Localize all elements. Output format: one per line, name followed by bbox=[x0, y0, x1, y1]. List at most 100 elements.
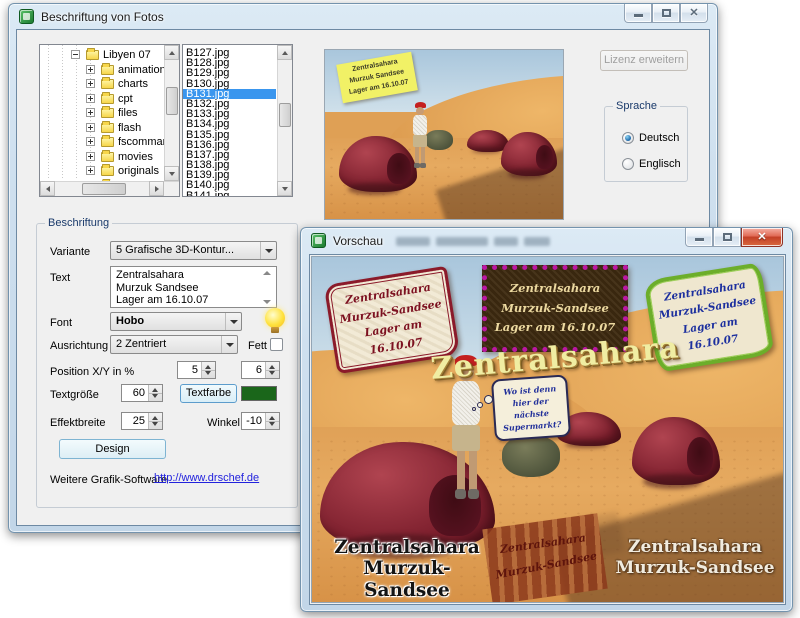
speech-bubble-dot bbox=[477, 402, 483, 408]
file-list[interactable]: B127.jpg B128.jpg B129.jpg B130.jpg B131… bbox=[182, 44, 293, 197]
folder-tree[interactable]: Libyen 07 animations charts cpt files bbox=[39, 44, 180, 197]
minimize-button[interactable] bbox=[624, 4, 652, 23]
radio-selected-icon[interactable] bbox=[622, 132, 634, 144]
expand-icon[interactable] bbox=[86, 65, 95, 74]
arrow-down-icon bbox=[282, 187, 288, 191]
website-link[interactable]: http://www.drschef.de bbox=[154, 472, 259, 484]
fett-checkbox[interactable] bbox=[270, 338, 283, 351]
tree-horizontal-scrollbar[interactable] bbox=[40, 181, 179, 196]
arrow-up-icon bbox=[282, 51, 288, 55]
person bbox=[409, 102, 433, 170]
scroll-thumb[interactable] bbox=[166, 87, 178, 115]
preview-window: Vorschau ✕ bbox=[300, 227, 793, 612]
arrow-up-icon bbox=[169, 51, 175, 55]
expand-icon[interactable] bbox=[86, 152, 95, 161]
caption-white-ghost[interactable]: Zentralsahara Murzuk-Sandsee bbox=[614, 537, 776, 580]
app-icon bbox=[311, 233, 326, 248]
textarea-scroll-up-icon[interactable] bbox=[263, 271, 271, 275]
folder-icon bbox=[101, 108, 114, 118]
winkel-stepper[interactable]: -10 bbox=[241, 412, 280, 430]
arrow-down-icon bbox=[169, 172, 175, 176]
speech-bubble-dot bbox=[484, 395, 493, 404]
caption-speech-bubble[interactable]: Wo ist denn hier der nächste Supermarkt? bbox=[491, 374, 571, 441]
scroll-down-button[interactable] bbox=[277, 181, 292, 196]
close-button[interactable]: ✕ bbox=[741, 228, 783, 247]
filelist-vertical-scrollbar[interactable] bbox=[277, 45, 292, 196]
arrow-right-icon bbox=[155, 186, 159, 192]
caption-black-outline[interactable]: Zentralsahara Murzuk-Sandsee bbox=[326, 537, 488, 601]
text-color-swatch[interactable] bbox=[241, 386, 277, 401]
scroll-down-button[interactable] bbox=[164, 166, 179, 181]
title-hint-redacted bbox=[396, 237, 556, 246]
folder-icon bbox=[101, 123, 114, 133]
license-extend-button[interactable]: Lizenz erweitern bbox=[600, 50, 688, 71]
variante-label: Variante bbox=[50, 246, 90, 258]
chevron-down-icon[interactable] bbox=[225, 313, 241, 330]
spinner-arrows-icon[interactable] bbox=[201, 362, 215, 378]
scroll-left-button[interactable] bbox=[40, 181, 55, 196]
radio-englisch[interactable]: Englisch bbox=[622, 158, 681, 171]
folder-icon bbox=[101, 137, 114, 147]
textfarbe-button[interactable]: Textfarbe bbox=[180, 384, 237, 403]
textarea-scroll-down-icon[interactable] bbox=[263, 300, 271, 304]
maximize-button[interactable] bbox=[652, 4, 680, 23]
textgroesse-stepper[interactable]: 60 bbox=[121, 384, 163, 402]
maximize-button[interactable] bbox=[713, 228, 741, 247]
effektbreite-label: Effektbreite bbox=[50, 417, 105, 429]
minimize-button[interactable] bbox=[685, 228, 713, 247]
textgroesse-label: Textgröße bbox=[50, 389, 99, 401]
photo-thumbnail: Zentralsahara Murzuk Sandsee Lager am 16… bbox=[324, 49, 564, 220]
position-x-stepper[interactable]: 5 bbox=[177, 361, 216, 379]
maximize-icon bbox=[723, 233, 732, 241]
ausrichtung-combobox[interactable]: 2 Zentriert bbox=[110, 335, 238, 354]
language-groupbox: Sprache Deutsch Englisch bbox=[604, 106, 688, 182]
spinner-arrows-icon[interactable] bbox=[265, 362, 279, 378]
chevron-down-icon[interactable] bbox=[221, 336, 237, 353]
font-combobox[interactable]: Hobo bbox=[110, 312, 242, 331]
close-icon: ✕ bbox=[681, 6, 707, 19]
caption-brown-note[interactable]: Zentralsahara Murzuk-Sandsee bbox=[482, 513, 607, 603]
radio-deutsch[interactable]: Deutsch bbox=[622, 132, 679, 145]
tree-vertical-scrollbar[interactable] bbox=[164, 45, 179, 181]
radio-unselected-icon[interactable] bbox=[622, 158, 634, 170]
expand-icon[interactable] bbox=[86, 137, 95, 146]
language-group-label: Sprache bbox=[613, 100, 660, 112]
lightbulb-icon[interactable] bbox=[265, 308, 285, 328]
preview-window-title: Vorschau bbox=[333, 234, 383, 248]
file-item[interactable]: B141.jpg bbox=[183, 191, 276, 197]
scroll-thumb[interactable] bbox=[279, 103, 291, 127]
spinner-arrows-icon[interactable] bbox=[265, 413, 279, 429]
scroll-up-button[interactable] bbox=[277, 45, 292, 60]
folder-icon bbox=[101, 65, 114, 75]
text-input[interactable]: Zentralsahara Murzuk Sandsee Lager am 16… bbox=[110, 266, 277, 308]
preview-titlebar[interactable]: Vorschau ✕ bbox=[301, 228, 792, 254]
tree-guide-line bbox=[76, 45, 77, 180]
minimize-icon bbox=[634, 14, 643, 17]
expand-icon[interactable] bbox=[86, 108, 95, 117]
close-button[interactable]: ✕ bbox=[680, 4, 708, 23]
expand-icon[interactable] bbox=[86, 123, 95, 132]
spinner-arrows-icon[interactable] bbox=[148, 413, 162, 429]
file-item[interactable]: B134.jpg bbox=[183, 119, 276, 129]
effektbreite-stepper[interactable]: 25 bbox=[121, 412, 163, 430]
spinner-arrows-icon[interactable] bbox=[148, 385, 162, 401]
position-y-stepper[interactable]: 6 bbox=[241, 361, 280, 379]
variante-combobox[interactable]: 5 Grafische 3D-Kontur... bbox=[110, 241, 277, 260]
maximize-icon bbox=[662, 9, 671, 17]
scroll-right-button[interactable] bbox=[149, 181, 164, 196]
position-label: Position X/Y in % bbox=[50, 366, 134, 378]
scroll-thumb[interactable] bbox=[82, 183, 126, 195]
collapse-icon[interactable] bbox=[71, 50, 80, 59]
expand-icon[interactable] bbox=[86, 94, 95, 103]
folder-icon bbox=[101, 94, 114, 104]
chevron-down-icon[interactable] bbox=[260, 242, 276, 259]
arrow-left-icon bbox=[46, 186, 50, 192]
speech-bubble-dot bbox=[472, 407, 476, 411]
scroll-up-button[interactable] bbox=[164, 45, 179, 60]
folder-icon bbox=[101, 79, 114, 89]
expand-icon[interactable] bbox=[86, 79, 95, 88]
preview-photo[interactable]: Zentralsahara Murzuk-Sandsee Lager am 16… bbox=[311, 256, 784, 603]
expand-icon[interactable] bbox=[86, 166, 95, 175]
main-titlebar[interactable]: Beschriftung von Fotos ✕ bbox=[9, 4, 717, 30]
design-button[interactable]: Design bbox=[59, 439, 166, 459]
